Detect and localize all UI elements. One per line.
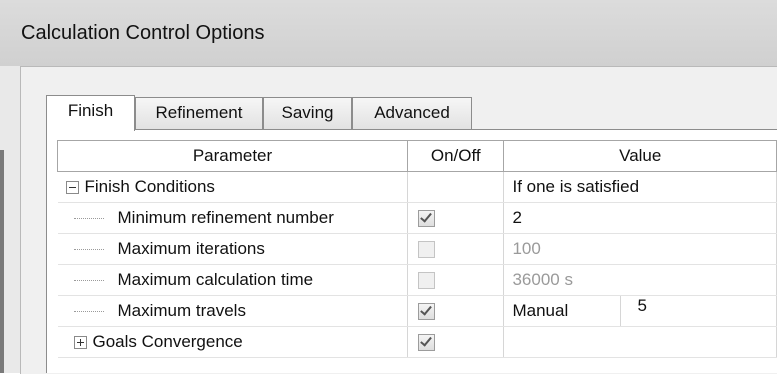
cell-param: Minimum refinement number — [57, 202, 409, 234]
parameters-grid: Parameter On/Off Value Finish Conditions… — [56, 140, 777, 358]
cell-onoff — [407, 326, 505, 358]
cell-onoff — [407, 295, 505, 327]
row-maximum-calculation-time[interactable]: Maximum calculation time 36000 s — [57, 264, 777, 296]
tab-advanced[interactable]: Advanced — [352, 97, 472, 129]
cell-onoff — [407, 233, 505, 265]
window-title: Calculation Control Options — [21, 22, 265, 44]
cell-onoff — [407, 171, 505, 203]
min-refinement-checkbox[interactable] — [418, 210, 436, 228]
row-finish-conditions[interactable]: Finish Conditions If one is satisfied — [57, 171, 777, 203]
max-calc-time-checkbox[interactable] — [418, 272, 436, 290]
row-label: Minimum refinement number — [117, 208, 334, 227]
max-iterations-checkbox[interactable] — [418, 241, 436, 259]
cell-value: If one is satisfied — [503, 171, 777, 203]
tree-connector — [73, 310, 104, 313]
cell-param: Maximum travels — [57, 295, 409, 327]
grid-header-row: Parameter On/Off Value — [56, 140, 777, 172]
tab-finish[interactable]: Finish — [46, 95, 135, 131]
left-edge-strip — [0, 150, 4, 373]
tree-connector — [73, 217, 104, 220]
calculation-control-window: Calculation Control Options Finish Refin… — [0, 0, 777, 374]
max-calc-time-value[interactable]: 36000 s — [503, 264, 777, 296]
header-onoff[interactable]: On/Off — [407, 140, 505, 172]
cell-param: Goals Convergence — [57, 326, 409, 358]
header-parameter[interactable]: Parameter — [56, 140, 409, 172]
max-travels-mode[interactable]: Manual — [512, 296, 622, 326]
max-iterations-value[interactable]: 100 — [503, 233, 777, 265]
collapse-icon[interactable] — [65, 181, 79, 195]
row-maximum-iterations[interactable]: Maximum iterations 100 — [57, 233, 777, 265]
finish-tab-panel: Parameter On/Off Value Finish Conditions… — [46, 129, 777, 373]
cell-param: Finish Conditions — [57, 171, 409, 203]
max-travels-checkbox[interactable] — [418, 303, 436, 321]
cell-param: Maximum iterations — [57, 233, 409, 265]
goals-convergence-checkbox[interactable] — [418, 334, 436, 352]
cell-value — [503, 326, 777, 358]
row-label: Maximum iterations — [117, 239, 265, 258]
row-label: Maximum calculation time — [117, 270, 314, 289]
min-refinement-value[interactable]: 2 — [503, 202, 777, 234]
row-minimum-refinement-number[interactable]: Minimum refinement number 2 — [57, 202, 777, 234]
max-travels-value[interactable]: 5 — [621, 296, 646, 316]
cell-onoff — [407, 202, 505, 234]
expand-icon[interactable] — [73, 336, 87, 350]
tab-refinement[interactable]: Refinement — [135, 97, 263, 129]
tree-connector — [73, 248, 104, 251]
title-bar[interactable]: Calculation Control Options — [0, 0, 777, 66]
cell-onoff — [407, 264, 505, 296]
header-value[interactable]: Value — [503, 140, 777, 172]
row-label: Goals Convergence — [92, 332, 243, 351]
row-goals-convergence[interactable]: Goals Convergence — [57, 326, 777, 358]
row-label: Maximum travels — [117, 301, 246, 320]
tree-connector — [73, 279, 104, 282]
row-maximum-travels[interactable]: Maximum travels Manual 5 — [57, 295, 777, 327]
cell-param: Maximum calculation time — [57, 264, 409, 296]
cell-value: Manual 5 — [503, 295, 777, 327]
row-label: Finish Conditions — [84, 177, 215, 196]
tab-saving[interactable]: Saving — [263, 97, 352, 129]
